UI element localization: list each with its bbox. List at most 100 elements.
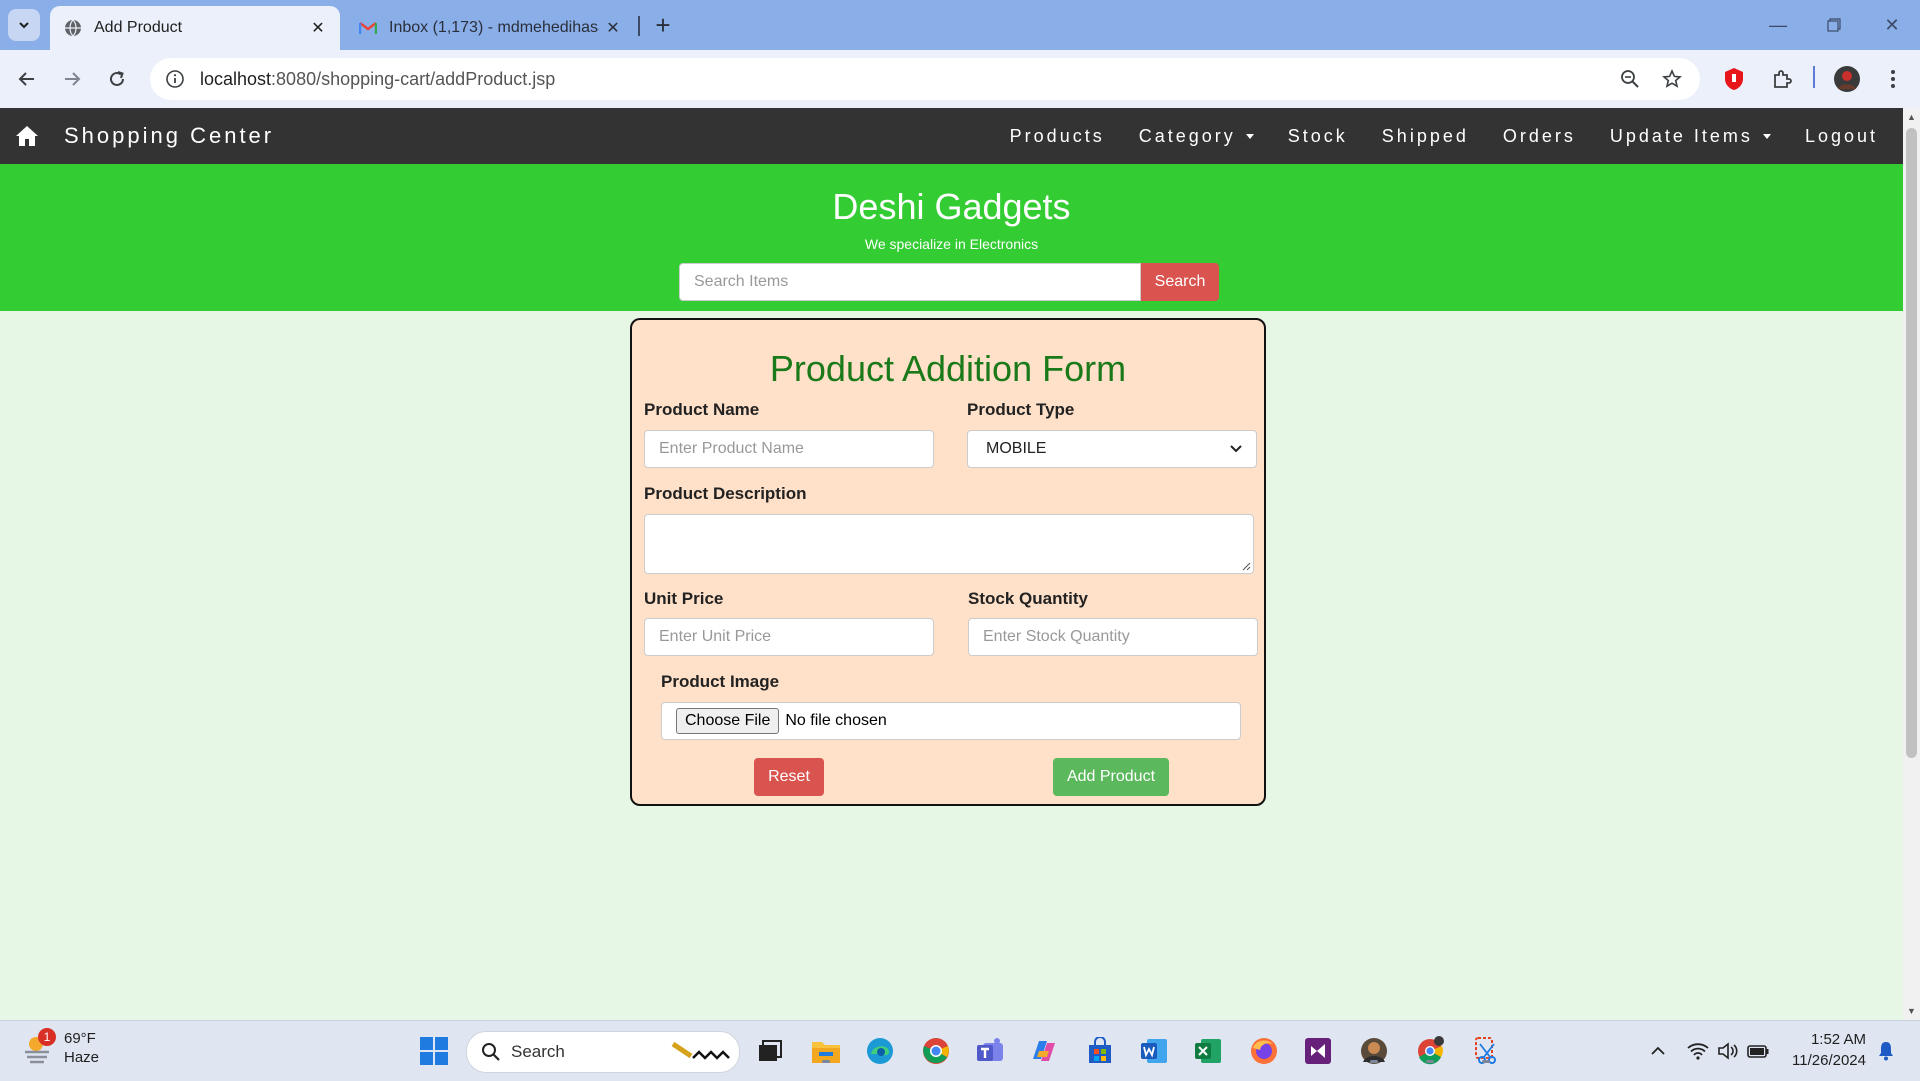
zoom-icon[interactable] — [1612, 58, 1648, 100]
chevron-down-icon — [19, 22, 29, 29]
window-close-icon[interactable]: ✕ — [1864, 0, 1920, 50]
nav-stock[interactable]: Stock — [1271, 126, 1365, 147]
running-indicator — [1426, 1060, 1434, 1063]
snipping-tool-icon[interactable] — [1470, 1035, 1502, 1067]
task-view-icon[interactable] — [754, 1035, 786, 1067]
chrome-icon[interactable] — [920, 1035, 952, 1067]
haze-weather-icon: 1 — [22, 1028, 56, 1064]
battery-icon[interactable] — [1744, 1035, 1772, 1067]
tab-inbox[interactable]: Inbox (1,173) - mdmehedihasan ✕ — [345, 6, 635, 50]
nav-update-items[interactable]: Update Items — [1593, 126, 1788, 147]
extensions-puzzle-icon[interactable] — [1765, 62, 1799, 96]
app-avatar-icon[interactable] — [1358, 1035, 1390, 1067]
add-product-button[interactable]: Add Product — [1053, 758, 1169, 796]
site-brand[interactable]: Shopping Center — [14, 108, 274, 164]
product-name-label: Product Name — [644, 400, 760, 419]
globe-icon — [64, 19, 82, 37]
choose-file-button[interactable]: Choose File — [676, 708, 780, 734]
page-scrollbar[interactable]: ▲ ▼ — [1903, 108, 1920, 1020]
new-tab-icon[interactable]: + — [648, 10, 678, 40]
edge-browser-icon[interactable] — [864, 1035, 896, 1067]
toolbar-divider — [1813, 66, 1815, 88]
minimize-icon[interactable]: — — [1750, 0, 1806, 50]
show-hidden-icons-chevron-icon[interactable] — [1644, 1035, 1672, 1067]
reload-icon[interactable] — [100, 62, 134, 96]
nav-products[interactable]: Products — [993, 126, 1122, 147]
product-type-label: Product Type — [967, 400, 1075, 419]
tab-search-button[interactable] — [8, 9, 40, 41]
nav-shipped[interactable]: Shipped — [1365, 126, 1486, 147]
running-indicator — [1482, 1060, 1490, 1063]
unit-price-label: Unit Price — [644, 589, 724, 608]
search-input[interactable] — [679, 263, 1141, 301]
scroll-up-icon[interactable]: ▲ — [1903, 108, 1920, 126]
file-status-text: No file chosen — [785, 712, 887, 729]
caret-down-icon — [1245, 133, 1254, 139]
back-arrow-icon[interactable] — [10, 62, 44, 96]
bookmark-star-icon[interactable] — [1654, 58, 1690, 100]
search-icon — [482, 1043, 500, 1061]
product-name-input[interactable] — [644, 430, 934, 468]
extension-adblock-icon[interactable] — [1717, 62, 1751, 96]
url-text: localhost:8080/shopping-cart/addProduct.… — [200, 68, 556, 89]
weather-widget[interactable]: 1 69°F Haze — [22, 1028, 100, 1067]
scrollbar-thumb[interactable] — [1906, 128, 1917, 758]
product-description-label: Product Description — [644, 484, 807, 503]
site-info-icon[interactable] — [164, 68, 186, 90]
form-title: Product Addition Form — [769, 348, 1127, 389]
profile-avatar[interactable] — [1830, 62, 1864, 96]
running-indicator — [822, 1060, 830, 1063]
tab-add-product[interactable]: Add Product ✕ — [50, 6, 340, 50]
file-explorer-icon[interactable] — [810, 1035, 842, 1067]
visual-studio-icon[interactable] — [1302, 1035, 1334, 1067]
scroll-down-icon[interactable]: ▼ — [1903, 1002, 1920, 1020]
close-tab-icon[interactable]: ✕ — [304, 14, 332, 42]
home-icon[interactable] — [14, 123, 40, 149]
microsoft-store-icon[interactable] — [1084, 1035, 1116, 1067]
browser-toolbar: localhost:8080/shopping-cart/addProduct.… — [0, 50, 1920, 108]
weather-temp: 69°F — [64, 1030, 96, 1047]
browser-tab-strip: Add Product ✕ Inbox (1,173) - mdmehediha… — [0, 0, 1920, 50]
product-image-label: Product Image — [661, 672, 780, 691]
search-button[interactable]: Search — [1141, 263, 1219, 301]
restore-icon[interactable] — [1806, 0, 1862, 50]
tab-divider — [638, 16, 640, 36]
search-bar: Search — [679, 263, 1219, 301]
forward-arrow-icon[interactable] — [55, 62, 89, 96]
system-clock[interactable]: 1:52 AM 11/26/2024 — [1784, 1029, 1866, 1071]
reset-button[interactable]: Reset — [754, 758, 824, 796]
hero-banner: Deshi Gadgets We specialize in Electroni… — [0, 164, 1903, 311]
page-viewport: Shopping Center Products Category Stock … — [0, 108, 1903, 1020]
wifi-icon[interactable] — [1684, 1035, 1712, 1067]
windows-start-icon[interactable] — [418, 1035, 450, 1067]
teams-icon[interactable] — [974, 1035, 1006, 1067]
product-description-textarea[interactable] — [644, 514, 1254, 574]
clock-time: 1:52 AM — [1810, 1031, 1866, 1048]
volume-icon[interactable] — [1714, 1035, 1742, 1067]
stock-quantity-input[interactable] — [968, 618, 1258, 656]
copilot-icon[interactable] — [1028, 1035, 1060, 1067]
caret-down-icon — [1762, 133, 1771, 139]
resize-grip-icon[interactable] — [1241, 561, 1251, 571]
firefox-icon[interactable] — [1248, 1035, 1280, 1067]
windows-taskbar: 1 69°F Haze Search 1:52 AM 11/26/2024 — [0, 1020, 1920, 1081]
excel-icon[interactable] — [1192, 1035, 1224, 1067]
brand-name[interactable]: Shopping Center — [64, 123, 274, 149]
close-tab-icon[interactable]: ✕ — [599, 14, 627, 42]
taskbar-search[interactable]: Search — [466, 1031, 740, 1073]
product-type-value: MOBILE — [986, 440, 1047, 457]
more-menu-icon[interactable] — [1876, 62, 1910, 96]
chrome-profile-icon[interactable] — [1414, 1035, 1446, 1067]
weather-desc: Haze — [64, 1049, 100, 1066]
nav-orders[interactable]: Orders — [1486, 126, 1593, 147]
nav-logout[interactable]: Logout — [1788, 126, 1895, 147]
product-addition-form: Product Addition Form Product Name Produ… — [630, 318, 1266, 806]
word-icon[interactable] — [1138, 1035, 1170, 1067]
tab-title: Inbox (1,173) - mdmehedihasan — [389, 19, 599, 36]
unit-price-input[interactable] — [644, 618, 934, 656]
product-type-select[interactable]: MOBILE — [967, 430, 1257, 468]
nav-category[interactable]: Category — [1122, 126, 1271, 147]
notification-bell-icon[interactable] — [1872, 1035, 1900, 1067]
address-bar[interactable]: localhost:8080/shopping-cart/addProduct.… — [150, 58, 1700, 100]
product-image-file-input[interactable]: Choose File No file chosen — [661, 702, 1241, 740]
